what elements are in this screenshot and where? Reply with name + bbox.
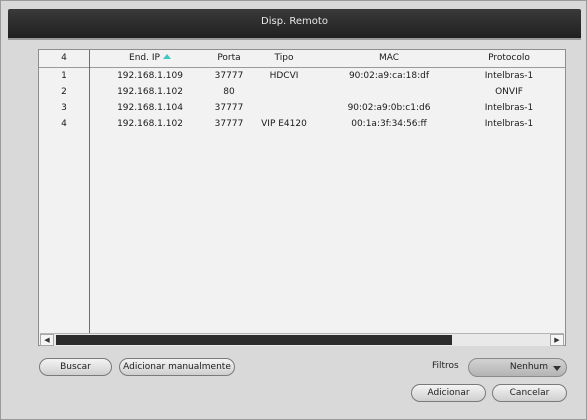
row-index: 4 <box>61 119 67 129</box>
remote-device-dialog: Disp. Remoto 4 End. IP Porta Tipo MAC Pr… <box>0 0 587 420</box>
row-index: 2 <box>61 87 67 97</box>
row-mac <box>329 84 449 100</box>
row-protocol: ONVIF <box>495 87 523 97</box>
row-ip: 192.168.1.102 <box>117 119 183 129</box>
arrow-right-icon[interactable]: ▶ <box>550 334 564 346</box>
row-ip: 192.168.1.104 <box>117 103 183 113</box>
row-index: 3 <box>61 103 67 113</box>
search-button[interactable]: Buscar <box>39 358 112 376</box>
filter-label: Filtros <box>432 361 459 371</box>
table-header: 4 End. IP Porta Tipo MAC Protocolo <box>39 50 565 68</box>
cancel-button[interactable]: Cancelar <box>492 384 567 402</box>
row-type: HDCVI <box>269 71 299 81</box>
header-mac[interactable]: MAC <box>329 50 449 66</box>
row-type: VIP E4120 <box>261 119 307 129</box>
row-type <box>249 84 319 100</box>
arrow-left-icon[interactable]: ◀ <box>40 334 54 346</box>
table-row[interactable]: 4 192.168.1.102 37777 VIP E4120 00:1a:3f… <box>39 116 565 132</box>
add-button[interactable]: Adicionar <box>411 384 486 402</box>
header-type[interactable]: Tipo <box>249 50 319 66</box>
row-protocol: Intelbras-1 <box>484 103 534 113</box>
title-divider <box>8 38 581 40</box>
add-manually-button[interactable]: Adicionar manualmente <box>119 358 235 376</box>
row-ip: 192.168.1.102 <box>117 87 183 97</box>
row-ip: 192.168.1.109 <box>117 71 183 81</box>
row-mac: 90:02:a9:0b:c1:d6 <box>347 103 431 113</box>
header-ip-label: End. IP <box>129 53 160 63</box>
table-row[interactable]: 3 192.168.1.104 37777 90:02:a9:0b:c1:d6 … <box>39 100 565 116</box>
row-index: 1 <box>61 71 67 81</box>
row-type <box>249 100 319 116</box>
filter-value: Nenhum <box>509 362 548 372</box>
table-row[interactable]: 1 192.168.1.109 37777 HDCVI 90:02:a9:ca:… <box>39 68 565 84</box>
row-protocol: Intelbras-1 <box>484 119 534 129</box>
header-count[interactable]: 4 <box>39 50 89 66</box>
row-mac: 00:1a:3f:34:56:ff <box>351 119 427 129</box>
header-protocol[interactable]: Protocolo <box>469 50 549 66</box>
row-protocol: Intelbras-1 <box>484 71 534 81</box>
scrollbar-thumb[interactable] <box>56 335 452 345</box>
dialog-title: Disp. Remoto <box>8 9 581 39</box>
table-row[interactable]: 2 192.168.1.102 80 ONVIF <box>39 84 565 100</box>
chevron-down-icon <box>553 366 561 371</box>
device-table: 4 End. IP Porta Tipo MAC Protocolo 1 192… <box>38 49 566 346</box>
horizontal-scrollbar[interactable]: ◀ ▶ <box>40 333 564 346</box>
sort-ascending-icon <box>162 54 171 59</box>
filter-dropdown[interactable]: Nenhum <box>468 358 567 377</box>
row-mac: 90:02:a9:ca:18:df <box>348 71 430 81</box>
header-ip[interactable]: End. IP <box>90 50 210 66</box>
